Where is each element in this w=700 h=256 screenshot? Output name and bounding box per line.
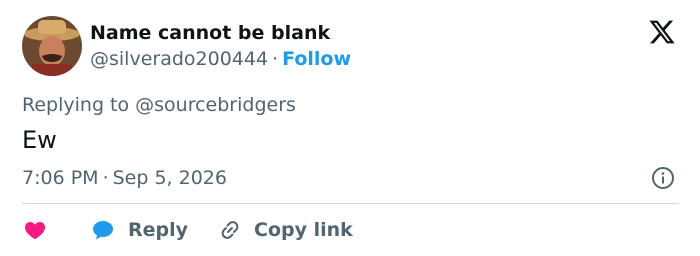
link-icon — [221, 221, 239, 239]
copy-link-label: Copy link — [254, 219, 353, 241]
timestamp-separator: · — [102, 167, 109, 189]
copy-link-button[interactable]: Copy link — [218, 218, 353, 242]
reply-label: Reply — [128, 219, 189, 241]
author-handle-line: @silverado200444 · Follow — [90, 48, 351, 70]
x-logo-icon[interactable] — [648, 18, 676, 46]
replying-to: Replying to @sourcebridgers — [22, 94, 296, 116]
tweet-text: Ew — [22, 126, 57, 154]
speech-bubble-icon — [93, 221, 113, 240]
avatar[interactable] — [22, 16, 82, 76]
info-icon[interactable] — [651, 166, 675, 190]
heart-icon — [25, 222, 45, 240]
like-button[interactable] — [22, 218, 52, 242]
tweet-time: 7:06 PM — [22, 167, 99, 189]
reply-button[interactable]: Reply — [90, 218, 188, 242]
divider — [22, 203, 679, 204]
tweet-date: Sep 5, 2026 — [112, 167, 227, 189]
author-handle[interactable]: @silverado200444 — [90, 48, 268, 70]
timestamp[interactable]: 7:06 PM · Sep 5, 2026 — [22, 167, 227, 189]
author-name[interactable]: Name cannot be blank — [90, 22, 330, 44]
follow-button[interactable]: Follow — [282, 48, 351, 70]
separator-dot: · — [272, 48, 279, 70]
action-bar: Reply Copy link — [22, 214, 353, 246]
